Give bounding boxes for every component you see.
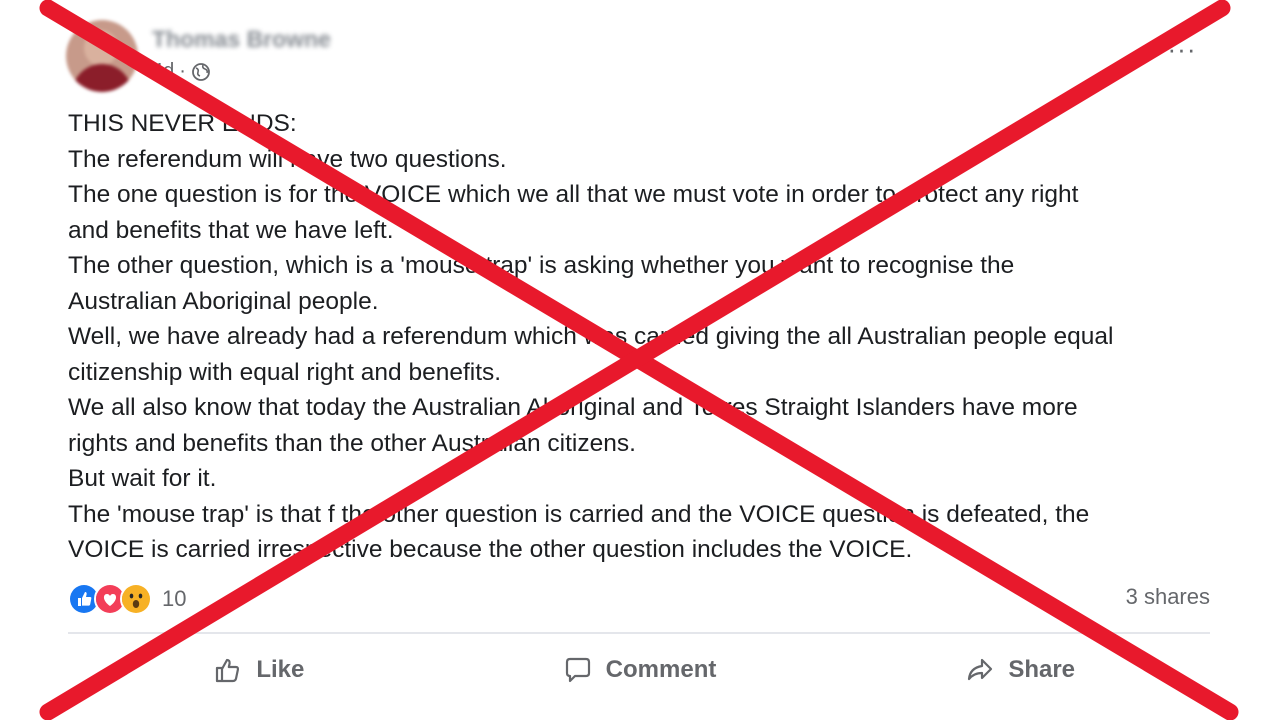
post-text-line: The other question, which is a 'mouse tr… [68, 252, 1015, 279]
globe-icon [191, 62, 211, 82]
post-text-line: The 'mouse trap' is that f the other que… [68, 500, 1090, 528]
post-text-line: Well, we have already had a referendum w… [68, 323, 1114, 350]
share-button[interactable]: Share [829, 646, 1210, 694]
post-text-line: THIS NEVER ENDS: [68, 110, 297, 137]
action-divider [68, 632, 1210, 634]
post-text-line: Australian Aboriginal people. [68, 287, 379, 315]
post-text-line: VOICE is carried irrespective because th… [68, 536, 913, 563]
author-avatar[interactable] [66, 20, 138, 92]
post-text-line: rights and benefits than the other Austr… [68, 429, 636, 457]
comment-button[interactable]: Comment [449, 646, 830, 694]
like-button[interactable]: Like [68, 646, 449, 694]
share-label: Share [1008, 656, 1076, 683]
reaction-count: 10 [162, 586, 187, 611]
post-text-line: We all also know that today the Australi… [68, 394, 1078, 421]
wow-reaction-icon [120, 583, 152, 615]
post-timestamp[interactable]: 4d [152, 60, 174, 83]
avatar-head [84, 30, 118, 66]
avatar-shirt [72, 64, 132, 92]
post-text-line: citizenship with equal right and benefit… [68, 358, 502, 386]
comment-icon [562, 654, 594, 686]
post-text: THIS NEVER ENDS: The referendum will have… [68, 106, 1218, 568]
meta-separator: · [179, 60, 186, 82]
facebook-post: Thomas Browne 4d · ··· THIS NEVER ENDS: T… [0, 0, 1280, 720]
share-arrow-icon [964, 654, 996, 686]
post-text-line: The referendum will have two questions. [68, 145, 507, 173]
like-label: Like [256, 656, 305, 683]
share-count[interactable]: 3 shares [1126, 584, 1210, 610]
post-meta: 4d · [152, 60, 211, 83]
more-options-icon[interactable]: ··· [1162, 34, 1202, 64]
author-name[interactable]: Thomas Browne [152, 26, 331, 53]
post-text-line: But wait for it. [68, 465, 217, 492]
thumbs-up-icon [212, 654, 244, 686]
reaction-summary[interactable]: 10 [68, 583, 186, 615]
post-text-line: The one question is for the VOICE which … [68, 181, 1079, 208]
post-text-line: and benefits that we have left. [68, 216, 394, 244]
action-bar: Like Comment Share [68, 646, 1210, 694]
comment-label: Comment [605, 656, 717, 683]
